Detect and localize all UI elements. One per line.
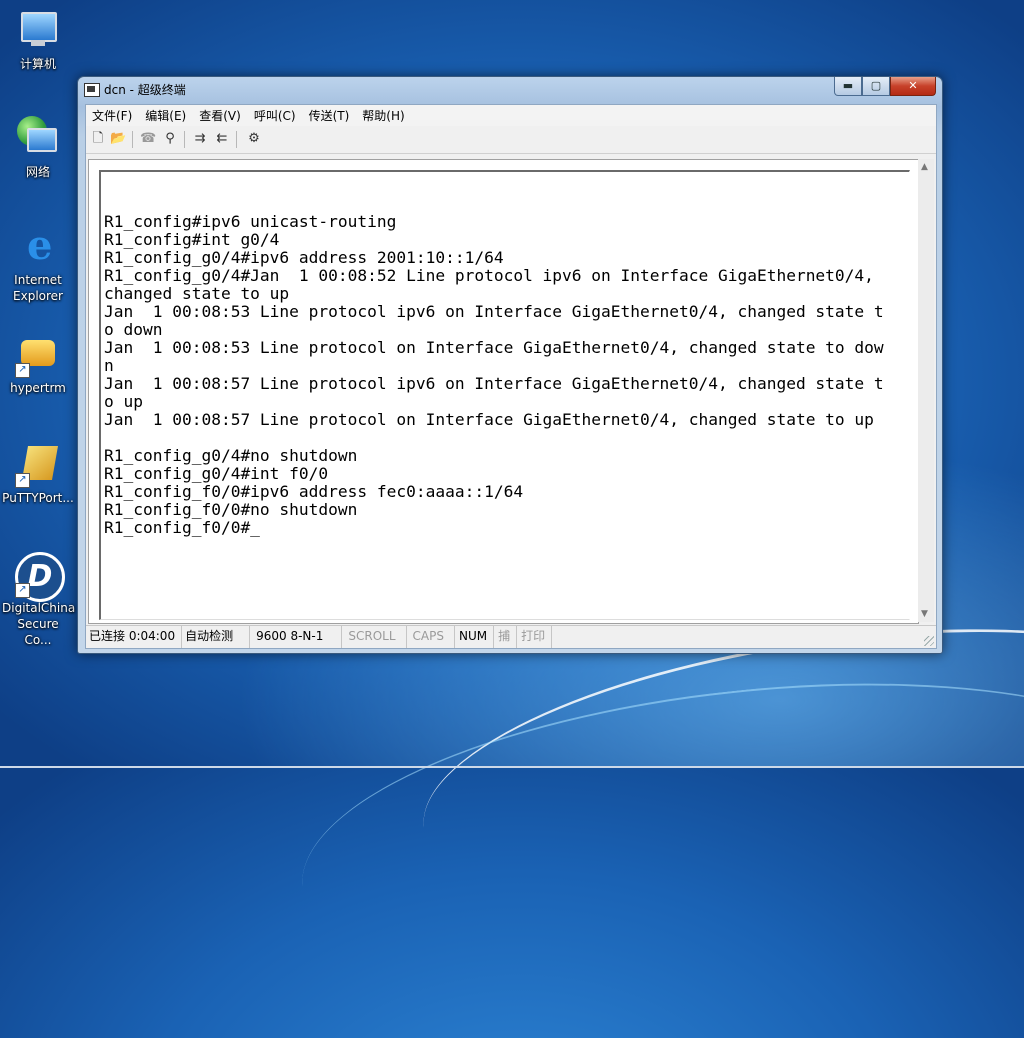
status-port-settings: 9600 8-N-1: [250, 626, 343, 648]
minimize-button[interactable]: ▬: [834, 77, 862, 96]
toolbar-separator: [184, 131, 185, 148]
disconnect-icon[interactable]: ☎: [140, 131, 156, 147]
digitalchina-icon: D ↗: [15, 552, 65, 602]
close-button[interactable]: ✕: [890, 77, 936, 96]
resize-grip[interactable]: [924, 636, 934, 646]
menu-bar: 文件(F) 编辑(E) 查看(V) 呼叫(C) 传送(T) 帮助(H): [86, 105, 936, 126]
menu-edit[interactable]: 编辑(E): [139, 105, 193, 126]
status-connected: 已连接 0:04:00: [86, 626, 183, 648]
app-icon[interactable]: [84, 83, 100, 97]
scroll-up-icon[interactable]: ▲: [921, 162, 928, 172]
status-bar: 已连接 0:04:00 自动检测 9600 8-N-1 SCROLL CAPS …: [86, 625, 936, 648]
call-icon[interactable]: ⚲: [162, 131, 178, 147]
putty-icon: ↗: [15, 442, 61, 488]
window-client-area: 文件(F) 编辑(E) 查看(V) 呼叫(C) 传送(T) 帮助(H) 🗋 📂 …: [85, 104, 937, 649]
status-num: NUM: [455, 626, 495, 648]
receive-file-icon[interactable]: ⇇: [214, 131, 230, 147]
title-bar[interactable]: dcn - 超级终端 ▬ ▢ ✕: [78, 77, 942, 103]
desktop-icon-label: Internet Explorer: [13, 273, 63, 303]
shortcut-arrow-icon: ↗: [15, 583, 30, 598]
window-title: dcn - 超级终端: [104, 83, 186, 97]
computer-icon: [15, 8, 61, 54]
terminal-screen[interactable]: R1_config#ipv6 unicast-routing R1_config…: [99, 170, 910, 620]
status-capture: 捕: [494, 626, 518, 648]
menu-file[interactable]: 文件(F): [86, 105, 139, 126]
properties-icon[interactable]: ⚙: [246, 131, 262, 147]
hyperterminal-window[interactable]: dcn - 超级终端 ▬ ▢ ✕ 文件(F) 编辑(E) 查看(V) 呼叫(C)…: [77, 76, 943, 654]
toolbar-separator: [132, 131, 133, 148]
menu-transfer[interactable]: 传送(T): [303, 105, 357, 126]
hyperterminal-icon: ↗: [15, 332, 61, 378]
send-file-icon[interactable]: ⇉: [192, 131, 208, 147]
desktop-icon-putty[interactable]: ↗ PuTTYPort...: [2, 442, 74, 506]
menu-view[interactable]: 查看(V): [193, 105, 248, 126]
desktop-icon-internet-explorer[interactable]: e Internet Explorer: [2, 222, 74, 304]
desktop-icon-label: PuTTYPort...: [2, 491, 74, 505]
menu-help[interactable]: 帮助(H): [356, 105, 411, 126]
desktop-icon-label: 网络: [25, 165, 50, 179]
vertical-scrollbar[interactable]: ▲ ▼: [918, 159, 934, 622]
desktop-icon-label: 计算机: [19, 57, 56, 71]
desktop-icon-hypertrm[interactable]: ↗ hypertrm: [2, 332, 74, 396]
open-icon[interactable]: 📂: [110, 131, 126, 147]
desktop-icon-computer[interactable]: 计算机: [2, 8, 74, 72]
toolbar-separator: [236, 131, 237, 148]
status-autodetect: 自动检测: [182, 626, 251, 648]
internet-explorer-icon: e: [27, 222, 53, 269]
terminal-output: R1_config#ipv6 unicast-routing R1_config…: [104, 212, 884, 537]
menu-call[interactable]: 呼叫(C): [248, 105, 303, 126]
wallpaper-swoosh-secondary: [286, 643, 1024, 1038]
status-print: 打印: [517, 626, 553, 648]
maximize-button[interactable]: ▢: [862, 77, 890, 96]
status-scroll: SCROLL: [342, 626, 407, 648]
network-icon: [15, 116, 61, 162]
scroll-down-icon[interactable]: ▼: [921, 609, 928, 619]
window-controls: ▬ ▢ ✕: [834, 77, 936, 97]
status-caps: CAPS: [407, 626, 455, 648]
toolbar: 🗋 📂 ☎ ⚲ ⇉ ⇇ ⚙: [86, 127, 936, 154]
desktop-icon-network[interactable]: 网络: [2, 116, 74, 180]
new-connection-icon[interactable]: 🗋: [90, 131, 106, 147]
desktop-icon-label: hypertrm: [10, 381, 66, 395]
desktop-icon-digitalchina[interactable]: D ↗ DigitalChina Secure Co...: [2, 552, 76, 648]
shortcut-arrow-icon: ↗: [15, 473, 30, 488]
terminal-frame: R1_config#ipv6 unicast-routing R1_config…: [88, 159, 919, 624]
desktop-icon-label: DigitalChina Secure Co...: [2, 601, 76, 647]
shortcut-arrow-icon: ↗: [15, 363, 30, 378]
